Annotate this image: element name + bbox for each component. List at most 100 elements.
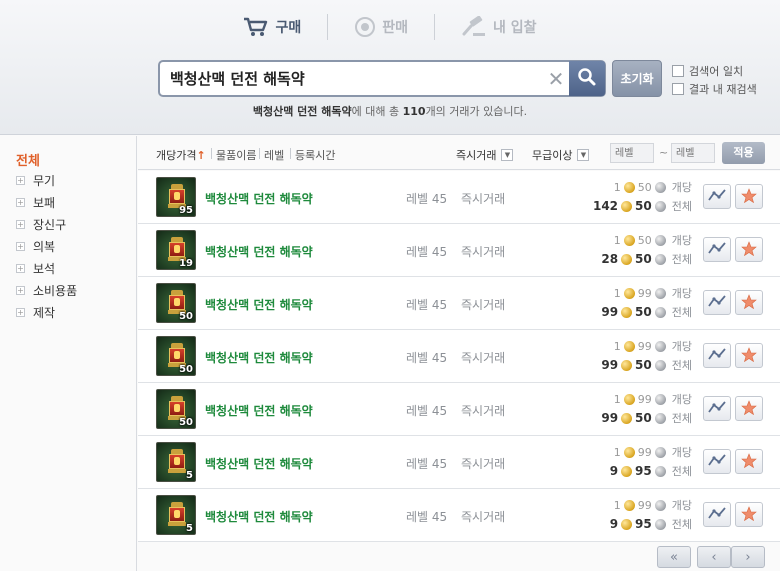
unit-price-label: 개당 bbox=[671, 446, 692, 459]
checkbox-box[interactable] bbox=[672, 65, 684, 77]
checkbox-box[interactable] bbox=[672, 83, 684, 95]
price-graph-button[interactable] bbox=[703, 184, 731, 209]
sidebar-item-gem[interactable]: + 보석 bbox=[16, 260, 55, 277]
expand-icon[interactable]: + bbox=[16, 308, 25, 317]
divider bbox=[290, 148, 291, 159]
result-query: 백청산맥 던전 해독약 bbox=[252, 105, 352, 118]
price-graph-button[interactable] bbox=[703, 343, 731, 368]
trade-type: 즉시거래 bbox=[461, 245, 506, 259]
item-name[interactable]: 백청산맥 던전 해독약 bbox=[205, 190, 313, 207]
favorite-button[interactable] bbox=[735, 343, 763, 368]
unit-price: 1 99 개당 bbox=[614, 338, 692, 354]
favorite-button[interactable] bbox=[735, 184, 763, 209]
expand-icon[interactable]: + bbox=[16, 176, 25, 185]
line-chart-icon bbox=[708, 294, 726, 311]
sidebar-item-label: 장신구 bbox=[33, 218, 67, 232]
sort-level[interactable]: 레벨 bbox=[264, 147, 284, 163]
list-item[interactable]: 50 백청산맥 던전 해독약 레벨 45 즉시거래 1 99 개당 99 50 … bbox=[138, 277, 780, 330]
gold-coin-icon bbox=[621, 359, 633, 371]
sidebar-item-bopae[interactable]: + 보패 bbox=[16, 194, 55, 211]
favorite-button[interactable] bbox=[735, 502, 763, 527]
first-page-button[interactable]: « bbox=[657, 546, 691, 568]
clear-search-icon[interactable]: ✕ bbox=[543, 67, 569, 91]
total-gold: 28 bbox=[601, 252, 619, 266]
exact-match-checkbox[interactable]: 검색어 일치 bbox=[672, 63, 743, 79]
item-name[interactable]: 백청산맥 던전 해독약 bbox=[205, 402, 313, 419]
price-graph-button[interactable] bbox=[703, 396, 731, 421]
sidebar-item-all[interactable]: 전체 bbox=[16, 150, 40, 169]
favorite-button[interactable] bbox=[735, 449, 763, 474]
list-item[interactable]: 50 백청산맥 던전 해독약 레벨 45 즉시거래 1 99 개당 99 50 … bbox=[138, 330, 780, 383]
level-min-input[interactable] bbox=[610, 143, 654, 163]
total-silver: 50 bbox=[635, 252, 652, 266]
expand-icon[interactable]: + bbox=[16, 198, 25, 207]
unit-price-label: 개당 bbox=[671, 287, 692, 300]
lantern-glow bbox=[174, 298, 180, 306]
expand-icon[interactable]: + bbox=[16, 242, 25, 251]
sidebar-item-crafting[interactable]: + 제작 bbox=[16, 304, 55, 321]
list-item[interactable]: 19 백청산맥 던전 해독약 레벨 45 즉시거래 1 50 개당 28 50 … bbox=[138, 224, 780, 277]
expand-icon[interactable]: + bbox=[16, 286, 25, 295]
item-name[interactable]: 백청산맥 던전 해독약 bbox=[205, 508, 313, 525]
apply-button[interactable]: 적용 bbox=[722, 142, 765, 164]
total-price-label: 전체 bbox=[671, 465, 692, 478]
item-name[interactable]: 백청산맥 던전 해독약 bbox=[205, 296, 313, 313]
search-within-checkbox[interactable]: 결과 내 재검색 bbox=[672, 81, 757, 97]
unit-silver: 99 bbox=[637, 445, 652, 459]
price-graph-button[interactable] bbox=[703, 290, 731, 315]
total-silver: 50 bbox=[635, 199, 652, 213]
tab-buy[interactable]: 구매 bbox=[217, 12, 327, 42]
item-name[interactable]: 백청산맥 던전 해독약 bbox=[205, 455, 313, 472]
reset-button[interactable]: 초기화 bbox=[612, 60, 662, 97]
sort-register-time[interactable]: 등록시간 bbox=[295, 147, 335, 163]
range-tilde: ~ bbox=[659, 146, 669, 159]
tab-my-bids[interactable]: 내 입찰 bbox=[435, 12, 563, 42]
prev-page-button[interactable]: ‹ bbox=[697, 546, 731, 568]
item-name[interactable]: 백청산맥 던전 해독약 bbox=[205, 349, 313, 366]
price-graph-button[interactable] bbox=[703, 502, 731, 527]
total-price: 99 50 전체 bbox=[601, 357, 692, 373]
search-button[interactable] bbox=[569, 61, 605, 96]
item-name[interactable]: 백청산맥 던전 해독약 bbox=[205, 243, 313, 260]
item-thumbnail: 5 bbox=[156, 442, 196, 482]
list-item[interactable]: 95 백청산맥 던전 해독약 레벨 45 즉시거래 1 50 개당 142 50… bbox=[138, 171, 780, 224]
sidebar-item-accessory[interactable]: + 장신구 bbox=[16, 216, 66, 233]
favorite-button[interactable] bbox=[735, 237, 763, 262]
list-item[interactable]: 50 백청산맥 던전 해독약 레벨 45 즉시거래 1 99 개당 99 50 … bbox=[138, 383, 780, 436]
item-quantity: 5 bbox=[186, 523, 193, 534]
level-max-input[interactable] bbox=[671, 143, 715, 163]
item-level: 레벨 45 bbox=[406, 245, 448, 259]
search-input[interactable] bbox=[160, 62, 543, 95]
unit-price: 1 99 개당 bbox=[614, 444, 692, 460]
lantern-glow bbox=[174, 351, 180, 359]
tab-sell[interactable]: 판매 bbox=[328, 12, 434, 42]
unit-silver: 99 bbox=[637, 498, 652, 512]
silver-coin-icon bbox=[654, 306, 666, 318]
sidebar-item-costume[interactable]: + 의복 bbox=[16, 238, 55, 255]
grade-dropdown[interactable]: 무급이상 ▼ bbox=[532, 147, 590, 163]
favorite-button[interactable] bbox=[735, 396, 763, 421]
next-page-button[interactable]: › bbox=[731, 546, 765, 568]
list-item[interactable]: 5 백청산맥 던전 해독약 레벨 45 즉시거래 1 99 개당 9 95 전체 bbox=[138, 436, 780, 489]
list-item[interactable]: 5 백청산맥 던전 해독약 레벨 45 즉시거래 1 99 개당 9 95 전체 bbox=[138, 489, 780, 542]
star-icon bbox=[741, 452, 757, 471]
coin-icon bbox=[354, 16, 376, 38]
expand-icon[interactable]: + bbox=[16, 220, 25, 229]
unit-price-label: 개당 bbox=[671, 234, 692, 247]
sidebar-item-weapon[interactable]: + 무기 bbox=[16, 172, 55, 189]
sidebar-item-consumable[interactable]: + 소비용품 bbox=[16, 282, 77, 299]
line-chart-icon bbox=[708, 241, 726, 258]
unit-silver: 99 bbox=[637, 392, 652, 406]
expand-icon[interactable]: + bbox=[16, 264, 25, 273]
total-gold: 9 bbox=[609, 464, 619, 478]
price-graph-button[interactable] bbox=[703, 449, 731, 474]
favorite-button[interactable] bbox=[735, 290, 763, 315]
unit-gold: 1 bbox=[613, 233, 621, 247]
unit-price-label: 개당 bbox=[671, 499, 692, 512]
sort-item-name[interactable]: 물품이름 bbox=[216, 147, 256, 163]
gold-coin-icon bbox=[623, 287, 635, 299]
sort-unit-price[interactable]: 개당가격↑ bbox=[156, 147, 206, 163]
star-icon bbox=[741, 505, 757, 524]
trade-type-dropdown[interactable]: 즉시거래 ▼ bbox=[456, 147, 514, 163]
price-graph-button[interactable] bbox=[703, 237, 731, 262]
